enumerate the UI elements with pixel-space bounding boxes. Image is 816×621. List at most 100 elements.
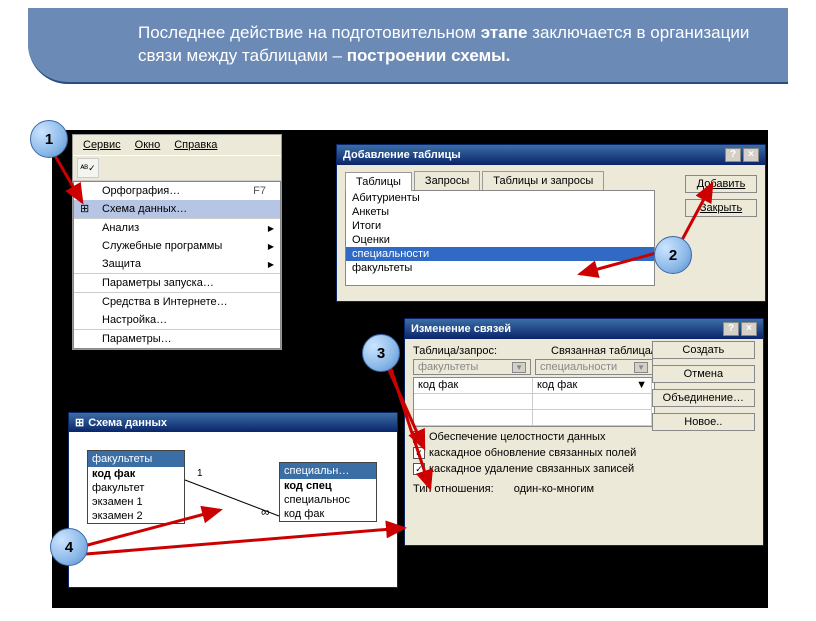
menu-item-utilities[interactable]: Служебные программы xyxy=(74,237,280,255)
label-table: Таблица/запрос: xyxy=(413,345,531,357)
help-icon[interactable]: ? xyxy=(725,148,741,162)
checkbox-integrity[interactable]: ✓ xyxy=(413,431,425,443)
schema-body[interactable]: факультеты код фак факультет экзамен 1 э… xyxy=(69,432,397,582)
table-box-special[interactable]: специальн… код спец специальнос код фак xyxy=(279,462,377,522)
table-header: специальн… xyxy=(280,463,376,479)
add-table-titlebar: Добавление таблицы ? × xyxy=(337,145,765,165)
toolbar: ᴬᴮ✓ xyxy=(73,155,281,181)
menu-item-schema[interactable]: ⊞ Схема данных… xyxy=(74,200,280,219)
grid-cell[interactable] xyxy=(414,410,533,426)
menu-help[interactable]: Справка xyxy=(168,137,223,153)
header-t1: Последнее действие на подготовительном xyxy=(138,23,481,42)
cancel-button[interactable]: Отмена xyxy=(652,365,755,383)
menu-window[interactable]: Окно xyxy=(129,137,167,153)
table-header: факультеты xyxy=(88,451,184,467)
step-badge-1: 1 xyxy=(30,120,68,158)
add-table-dialog: Добавление таблицы ? × Таблицы Запросы Т… xyxy=(336,144,766,302)
schema-window: ⊞ Схема данных факультеты код фак факуль… xyxy=(68,412,398,588)
relation-type-row: Тип отношения: один-ко-многим xyxy=(413,483,755,495)
table-field[interactable]: код фак xyxy=(88,467,184,481)
new-button[interactable]: Новое.. xyxy=(652,413,755,431)
menu-item-label: Анализ xyxy=(102,222,139,234)
join-button[interactable]: Объединение… xyxy=(652,389,755,407)
grid-cell[interactable] xyxy=(533,410,652,426)
table-field[interactable]: экзамен 1 xyxy=(88,495,184,509)
edit-rel-titlebar: Изменение связей ? × xyxy=(405,319,763,339)
menu-item-label: Служебные программы xyxy=(102,240,222,252)
checkbox-label: каскадное обновление связанных полей xyxy=(429,447,636,459)
close-icon[interactable]: × xyxy=(743,148,759,162)
create-button[interactable]: Создать xyxy=(652,341,755,359)
table-field[interactable]: код фак xyxy=(280,507,376,521)
chevron-down-icon[interactable]: ▼ xyxy=(512,362,526,373)
table-listbox[interactable]: Абитуриенты Анкеты Итоги Оценки специаль… xyxy=(345,190,655,286)
list-item-selected[interactable]: специальности xyxy=(346,247,654,261)
table-box-fakultety[interactable]: факультеты код фак факультет экзамен 1 э… xyxy=(87,450,185,524)
toolbar-spellcheck-icon[interactable]: ᴬᴮ✓ xyxy=(77,158,99,178)
chevron-down-icon[interactable]: ▼ xyxy=(634,362,648,373)
menu-item-label: Настройка… xyxy=(102,314,167,326)
menu-item-webtools[interactable]: Средства в Интернете… xyxy=(74,293,280,311)
list-item[interactable]: факультеты xyxy=(346,261,654,275)
tab-tables[interactable]: Таблицы xyxy=(345,172,412,191)
tab-queries[interactable]: Запросы xyxy=(414,171,480,190)
add-table-buttons: Добавить Закрыть xyxy=(685,175,757,217)
tab-both[interactable]: Таблицы и запросы xyxy=(482,171,604,190)
menu-service[interactable]: Сервис xyxy=(77,137,127,153)
checkbox-cascade-delete[interactable]: ✓ xyxy=(413,463,425,475)
menu-item-spelling[interactable]: Орфография… F7 xyxy=(74,182,280,200)
menu-item-label: Орфография… xyxy=(102,185,180,197)
menu-item-analysis[interactable]: Анализ xyxy=(74,219,280,237)
checkbox-cascadeupd-row: ✓ каскадное обновление связанных полей xyxy=(413,447,755,459)
step-badge-4: 4 xyxy=(50,528,88,566)
menu-item-label: Защита xyxy=(102,258,141,270)
combo-table[interactable]: факультеты▼ xyxy=(413,359,531,375)
help-icon[interactable]: ? xyxy=(723,322,739,336)
dialog-title: Изменение связей xyxy=(411,323,511,335)
header-caption: Последнее действие на подготовительном э… xyxy=(28,8,788,84)
close-button[interactable]: Закрыть xyxy=(685,199,757,217)
list-item[interactable]: Оценки xyxy=(346,233,654,247)
checkbox-cascadedel-row: ✓ каскадное удаление связанных записей xyxy=(413,463,755,475)
step-badge-2: 2 xyxy=(654,236,692,274)
add-button[interactable]: Добавить xyxy=(685,175,757,193)
edit-relations-dialog: Изменение связей ? × Таблица/запрос: Свя… xyxy=(404,318,764,546)
checkbox-label: Обеспечение целостности данных xyxy=(429,431,605,443)
menu-item-startup[interactable]: Параметры запуска… xyxy=(74,274,280,293)
rel-card-right: ∞ xyxy=(261,505,270,519)
grid-cell[interactable] xyxy=(533,394,652,410)
list-item[interactable]: Анкеты xyxy=(346,205,654,219)
list-item[interactable]: Абитуриенты xyxy=(346,191,654,205)
menu-item-label: Параметры запуска… xyxy=(102,277,214,289)
combo-linked[interactable]: специальности▼ xyxy=(535,359,653,375)
menu-item-label: Схема данных… xyxy=(102,203,187,215)
menu-item-customize[interactable]: Настройка… xyxy=(74,311,280,330)
header-b2: построении схемы. xyxy=(347,46,511,65)
grid-cell[interactable] xyxy=(414,394,533,410)
table-field[interactable]: специальнос xyxy=(280,493,376,507)
menu-item-security[interactable]: Защита xyxy=(74,255,280,274)
edit-rel-buttons: Создать Отмена Объединение… Новое.. xyxy=(652,341,755,431)
checkbox-cascade-update[interactable]: ✓ xyxy=(413,447,425,459)
menubar: Сервис Окно Справка xyxy=(73,135,281,155)
table-field[interactable]: код спец xyxy=(280,479,376,493)
grid-cell[interactable]: код фак xyxy=(414,378,533,394)
dialog-title: Добавление таблицы xyxy=(343,149,461,161)
chevron-down-icon[interactable]: ▼ xyxy=(636,379,647,392)
rel-card-left: 1 xyxy=(197,468,203,479)
service-dropdown: Орфография… F7 ⊞ Схема данных… Анализ Сл… xyxy=(73,181,281,349)
table-field[interactable]: экзамен 2 xyxy=(88,509,184,523)
field-grid[interactable]: код факкод фак▼ xyxy=(413,377,655,427)
label-reltype: Тип отношения: xyxy=(413,483,494,495)
grid-cell[interactable]: код фак▼ xyxy=(533,378,652,394)
shortcut-label: F7 xyxy=(253,185,266,197)
menu-item-options[interactable]: Параметры… xyxy=(74,330,280,348)
schema-icon: ⊞ xyxy=(80,202,94,216)
list-item[interactable]: Итоги xyxy=(346,219,654,233)
table-field[interactable]: факультет xyxy=(88,481,184,495)
schema-icon: ⊞ xyxy=(75,416,84,429)
service-menu-panel: Сервис Окно Справка ᴬᴮ✓ Орфография… F7 ⊞… xyxy=(72,134,282,350)
close-icon[interactable]: × xyxy=(741,322,757,336)
checkbox-label: каскадное удаление связанных записей xyxy=(429,463,634,475)
menu-item-label: Средства в Интернете… xyxy=(102,296,228,308)
